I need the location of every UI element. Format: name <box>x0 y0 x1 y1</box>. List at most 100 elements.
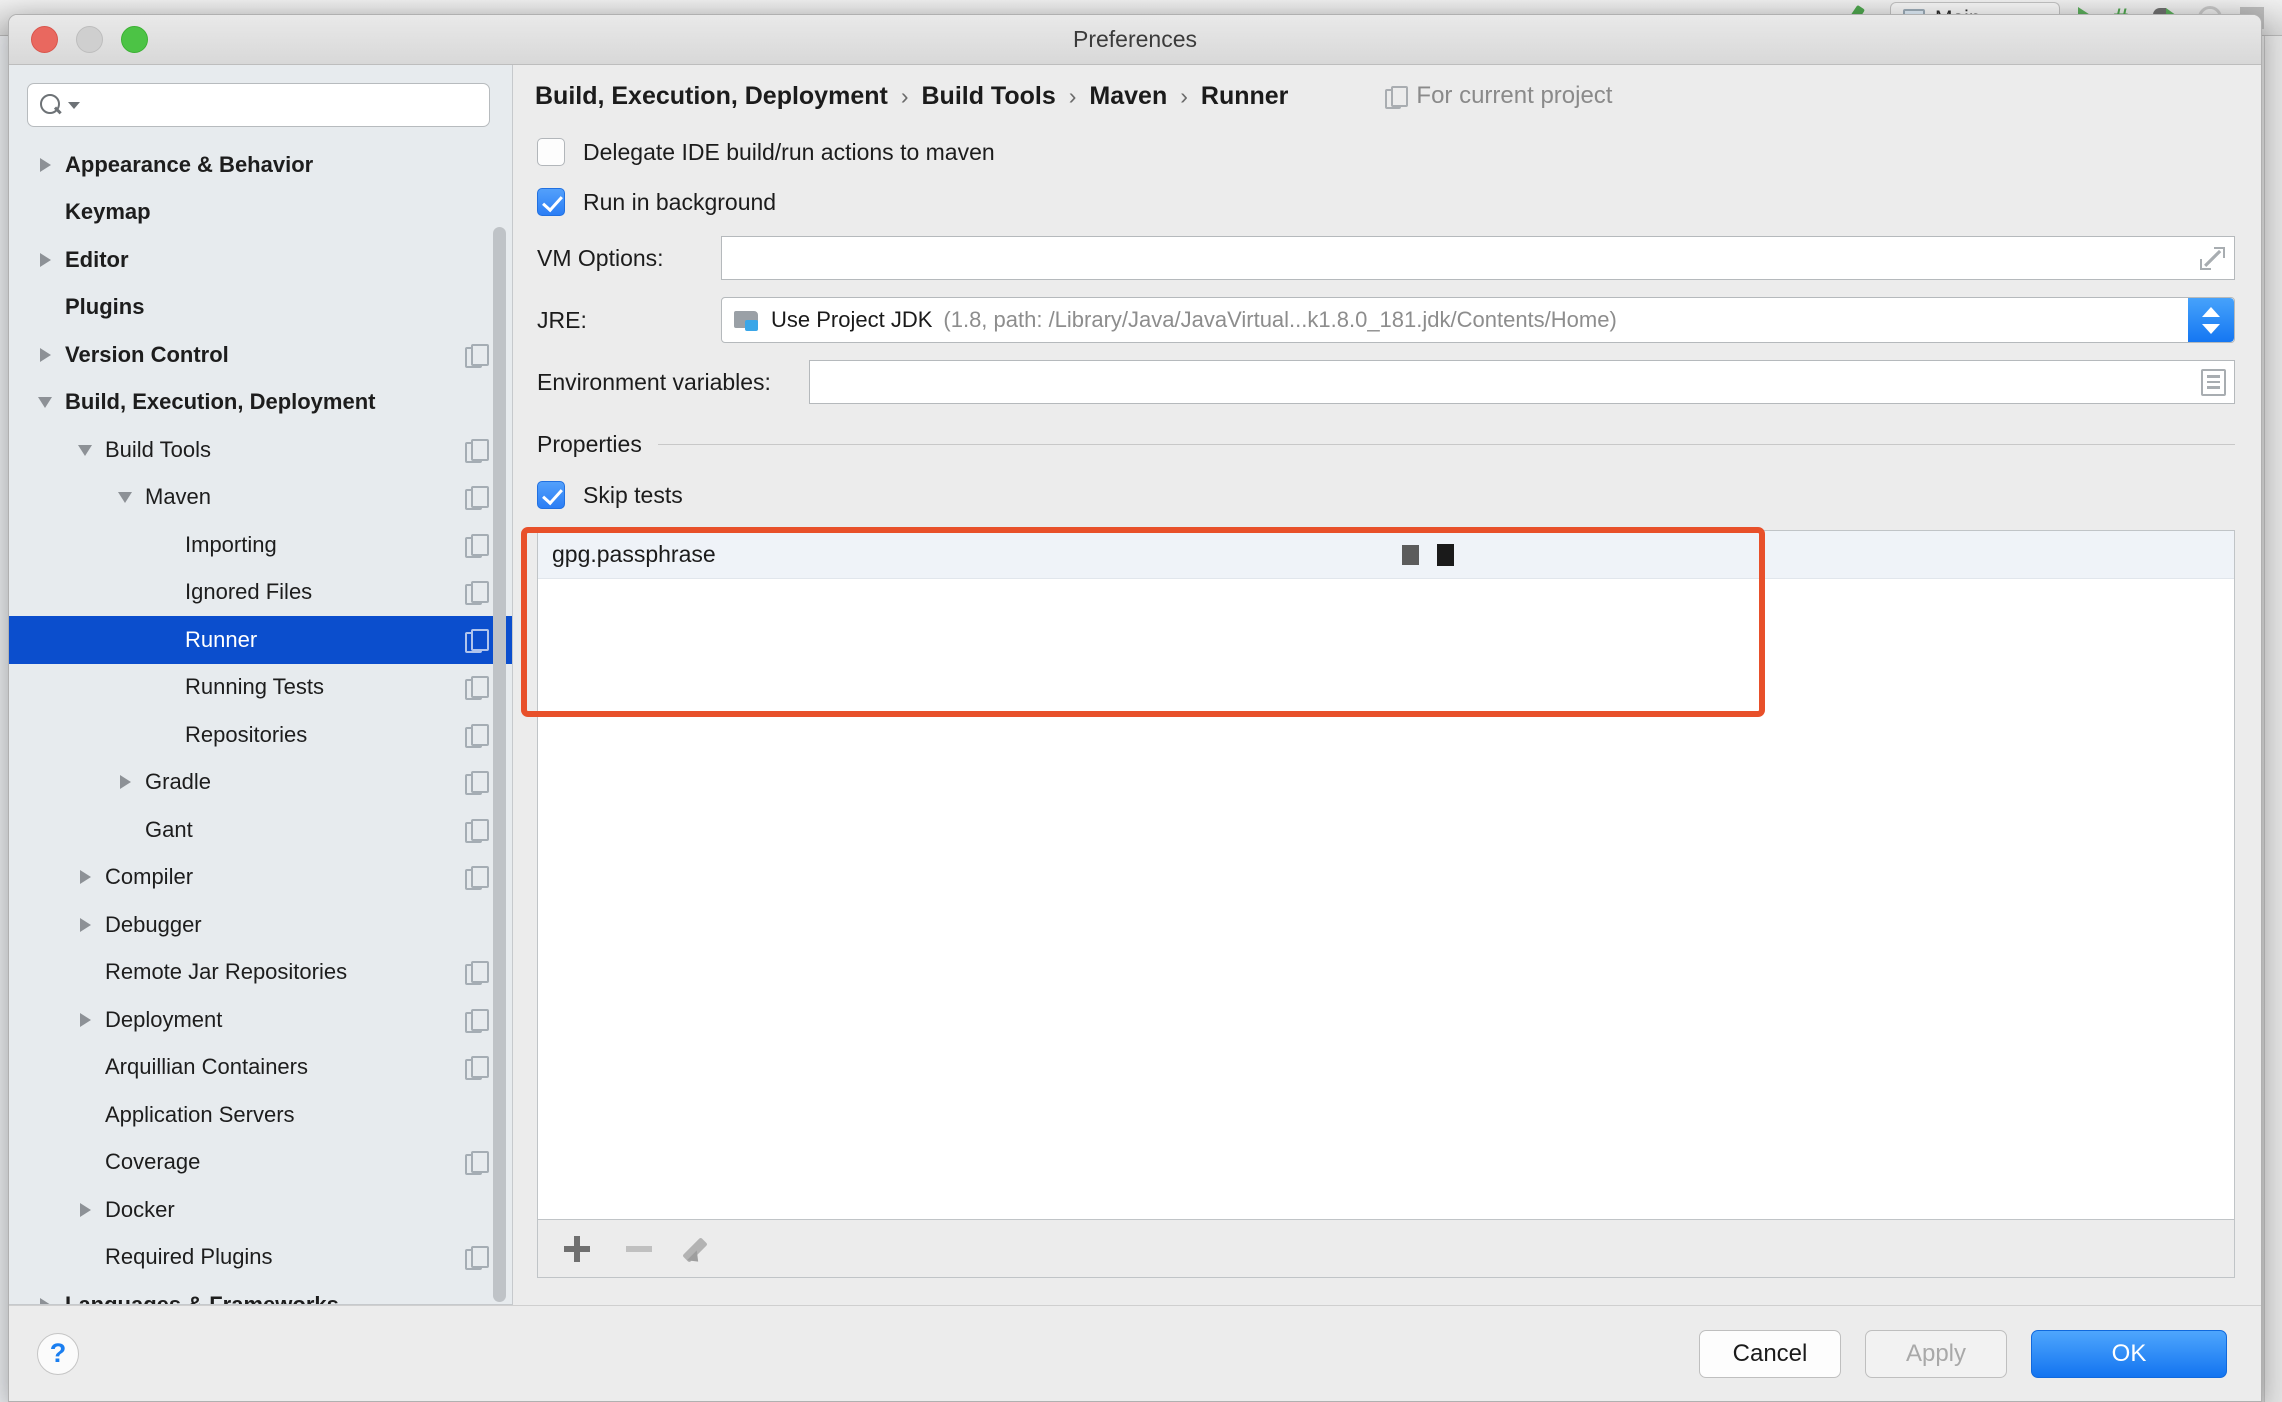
breadcrumb-item-2[interactable]: Maven <box>1089 82 1167 111</box>
sidebar-divider <box>9 1304 512 1305</box>
preferences-window: Preferences Appearance & Behavior Keymap E… <box>8 14 2262 1402</box>
chevron-right-icon[interactable] <box>35 152 61 178</box>
sidebar-item-label: Gant <box>145 816 193 842</box>
breadcrumb-separator: › <box>900 82 909 109</box>
expand-icon[interactable] <box>2199 246 2226 271</box>
search-input[interactable] <box>86 93 477 117</box>
properties-table[interactable]: gpg.passphrase <box>537 530 2235 1220</box>
sidebar-item-deployment[interactable]: Deployment <box>9 996 512 1044</box>
sidebar-item-ignored-files[interactable]: Ignored Files <box>9 569 512 617</box>
chevron-right-icon[interactable] <box>75 912 101 938</box>
apply-button[interactable]: Apply <box>1865 1329 2007 1378</box>
copy-settings-icon[interactable] <box>465 581 489 606</box>
sidebar-item-version-control[interactable]: Version Control <box>9 331 512 379</box>
copy-settings-icon[interactable] <box>465 818 489 843</box>
sidebar-item-label: Version Control <box>65 341 229 367</box>
sidebar-item-arquillian-containers[interactable]: Arquillian Containers <box>9 1044 512 1092</box>
run-in-background-label: Run in background <box>583 188 777 215</box>
sidebar-scrollbar[interactable] <box>493 149 506 1302</box>
sidebar-item-gradle[interactable]: Gradle <box>9 759 512 807</box>
sidebar-scrollbar-thumb[interactable] <box>493 227 506 1302</box>
sidebar-item-repositories[interactable]: Repositories <box>9 711 512 759</box>
copy-settings-icon[interactable] <box>465 723 489 748</box>
chevron-right-icon[interactable] <box>35 247 61 273</box>
jre-stepper[interactable] <box>2188 298 2234 342</box>
chevron-down-icon[interactable] <box>75 437 101 463</box>
sidebar-item-runner[interactable]: Runner <box>9 616 512 664</box>
chevron-right-icon[interactable] <box>35 342 61 368</box>
copy-settings-icon[interactable] <box>465 438 489 463</box>
help-button[interactable]: ? <box>37 1332 79 1375</box>
skip-tests-checkbox[interactable] <box>537 481 565 509</box>
chevron-right-icon[interactable] <box>115 769 141 795</box>
sidebar-item-plugins[interactable]: Plugins <box>9 284 512 332</box>
copy-settings-icon[interactable] <box>465 1008 489 1033</box>
list-icon[interactable] <box>2201 368 2226 396</box>
delegate-checkbox[interactable] <box>537 138 565 166</box>
remove-property-button[interactable] <box>616 1228 662 1270</box>
sidebar-item-debugger[interactable]: Debugger <box>9 901 512 949</box>
sidebar-item-required-plugins[interactable]: Required Plugins <box>9 1234 512 1282</box>
copy-settings-icon[interactable] <box>465 1151 489 1176</box>
sidebar-item-running-tests[interactable]: Running Tests <box>9 664 512 712</box>
chevron-right-icon[interactable] <box>35 1292 61 1304</box>
skip-tests-label: Skip tests <box>583 481 683 508</box>
sidebar-item-gant[interactable]: Gant <box>9 806 512 854</box>
delegate-checkbox-row[interactable]: Delegate IDE build/run actions to maven <box>537 127 2235 177</box>
environment-variables-input[interactable] <box>809 360 2235 404</box>
add-property-button[interactable] <box>554 1228 600 1270</box>
chevron-right-icon[interactable] <box>75 1007 101 1033</box>
ok-button[interactable]: OK <box>2031 1329 2227 1378</box>
cancel-button[interactable]: Cancel <box>1699 1329 1841 1378</box>
chevron-down-icon[interactable] <box>68 101 80 109</box>
settings-tree[interactable]: Appearance & Behavior Keymap Editor Plugins… <box>9 141 512 1304</box>
jre-label: JRE: <box>537 306 587 333</box>
minus-icon <box>626 1245 652 1252</box>
table-row[interactable]: gpg.passphrase <box>538 531 2234 579</box>
sidebar-item-compiler[interactable]: Compiler <box>9 854 512 902</box>
sidebar-item-remote-jar-repositories[interactable]: Remote Jar Repositories <box>9 949 512 997</box>
copy-settings-icon[interactable] <box>465 343 489 368</box>
sidebar-item-label: Required Plugins <box>105 1244 273 1270</box>
dialog-body: Appearance & Behavior Keymap Editor Plugins… <box>9 65 2261 1305</box>
sidebar-item-importing[interactable]: Importing <box>9 521 512 569</box>
breadcrumb-item-0[interactable]: Build, Execution, Deployment <box>535 82 888 111</box>
sidebar-item-editor[interactable]: Editor <box>9 236 512 284</box>
chevron-down-icon[interactable] <box>115 484 141 510</box>
jre-dropdown[interactable]: Use Project JDK (1.8, path: /Library/Jav… <box>721 297 2235 343</box>
chevron-down-icon[interactable] <box>35 389 61 415</box>
sidebar-item-docker[interactable]: Docker <box>9 1186 512 1234</box>
skip-tests-checkbox-row[interactable]: Skip tests <box>537 470 2235 520</box>
copy-settings-icon[interactable] <box>465 771 489 796</box>
copy-settings-icon[interactable] <box>465 533 489 558</box>
search-field[interactable] <box>27 83 490 127</box>
property-value-masked[interactable] <box>1402 543 2214 566</box>
sidebar-item-appearance-behavior[interactable]: Appearance & Behavior <box>9 141 512 189</box>
sidebar-item-application-servers[interactable]: Application Servers <box>9 1091 512 1139</box>
sidebar-item-coverage[interactable]: Coverage <box>9 1139 512 1187</box>
copy-settings-icon[interactable] <box>465 628 489 653</box>
run-in-background-checkbox-row[interactable]: Run in background <box>537 177 2235 227</box>
breadcrumb-item-1[interactable]: Build Tools <box>922 82 1056 111</box>
properties-table-empty-area[interactable] <box>538 579 2234 1219</box>
sidebar-item-keymap[interactable]: Keymap <box>9 189 512 237</box>
sidebar-item-build-tools[interactable]: Build Tools <box>9 426 512 474</box>
breadcrumb-item-3[interactable]: Runner <box>1201 82 1289 111</box>
vm-options-input[interactable] <box>721 236 2235 280</box>
sidebar-item-build-execution-deployment[interactable]: Build, Execution, Deployment <box>9 379 512 427</box>
chevron-right-icon[interactable] <box>75 864 101 890</box>
copy-settings-icon[interactable] <box>465 1246 489 1271</box>
sidebar-item-maven[interactable]: Maven <box>9 474 512 522</box>
copy-settings-icon[interactable] <box>465 866 489 891</box>
copy-settings-icon[interactable] <box>465 486 489 511</box>
search-container <box>9 65 512 141</box>
sidebar-item-languages-frameworks[interactable]: Languages & Frameworks <box>9 1281 512 1304</box>
copy-settings-icon[interactable] <box>465 1056 489 1081</box>
run-in-background-checkbox[interactable] <box>537 188 565 216</box>
copy-settings-icon[interactable] <box>465 676 489 701</box>
chevron-right-icon[interactable] <box>75 1197 101 1223</box>
edit-property-button[interactable] <box>678 1228 724 1270</box>
copy-settings-icon[interactable] <box>465 961 489 986</box>
